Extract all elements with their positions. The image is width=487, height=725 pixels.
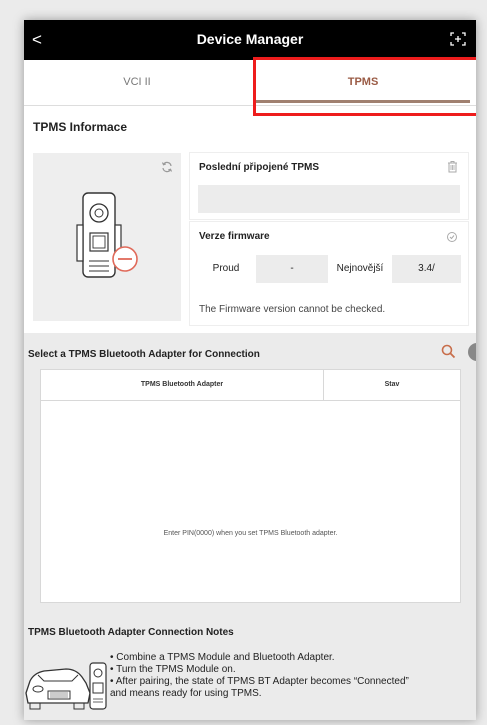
column-header-adapter[interactable]: TPMS Bluetooth Adapter <box>41 370 324 400</box>
note-item: and means ready for using TPMS. <box>110 688 262 699</box>
current-label: Proud <box>212 263 240 274</box>
firmware-label: Verze firmware <box>199 231 270 242</box>
latest-label: Nejnovější <box>336 263 384 274</box>
expand-icon[interactable] <box>450 32 466 46</box>
adapter-table: TPMS Bluetooth Adapter Stav Enter PIN(00… <box>40 369 461 603</box>
adapter-select-title: Select a TPMS Bluetooth Adapter for Conn… <box>28 349 260 360</box>
active-tab-indicator <box>256 100 470 103</box>
note-item: • Turn the TPMS Module on. <box>110 664 236 675</box>
last-connected-label: Poslední připojené TPMS <box>199 162 320 173</box>
car-device-illustration <box>25 662 107 710</box>
table-header: TPMS Bluetooth Adapter Stav <box>41 370 460 401</box>
tab-bar: VCI II TPMS <box>24 60 476 105</box>
firmware-refresh-icon[interactable] <box>446 231 458 246</box>
firmware-panel: Verze firmware Proud - Nejnovější 3.4/ T… <box>189 221 469 326</box>
last-connected-panel: Poslední připojené TPMS <box>189 152 469 220</box>
notes-title: TPMS Bluetooth Adapter Connection Notes <box>28 627 234 638</box>
device-manager-window: < Device Manager VCI II TPMS TPMS Inform… <box>24 20 476 720</box>
firmware-version-row: Proud - Nejnovější 3.4/ <box>198 255 461 283</box>
page-title: Device Manager <box>196 31 304 47</box>
notes-list: • Combine a TPMS Module and Bluetooth Ad… <box>110 652 470 700</box>
refresh-icon[interactable] <box>161 161 173 176</box>
note-item: • Combine a TPMS Module and Bluetooth Ad… <box>110 652 335 663</box>
title-bar: < Device Manager <box>24 20 476 60</box>
device-card <box>33 153 181 321</box>
current-value: - <box>256 255 328 283</box>
latest-value: 3.4/ <box>392 255 461 283</box>
tab-tpms[interactable]: TPMS <box>250 60 476 105</box>
last-connected-value <box>198 185 460 213</box>
note-item: • After pairing, the state of TPMS BT Ad… <box>110 676 409 687</box>
search-icon[interactable] <box>441 344 456 363</box>
adapter-select-section: Select a TPMS Bluetooth Adapter for Conn… <box>24 333 476 720</box>
tab-vci[interactable]: VCI II <box>24 60 250 105</box>
scroll-handle[interactable] <box>468 343 476 361</box>
firmware-note: The Firmware version cannot be checked. <box>199 304 386 315</box>
empty-table-message: Enter PIN(0000) when you set TPMS Blueto… <box>163 530 338 537</box>
tpms-info-title: TPMS Informace <box>33 120 128 134</box>
column-header-status[interactable]: Stav <box>324 370 460 400</box>
divider <box>24 105 476 106</box>
trash-icon[interactable] <box>447 160 458 176</box>
tpms-device-illustration <box>76 192 138 278</box>
